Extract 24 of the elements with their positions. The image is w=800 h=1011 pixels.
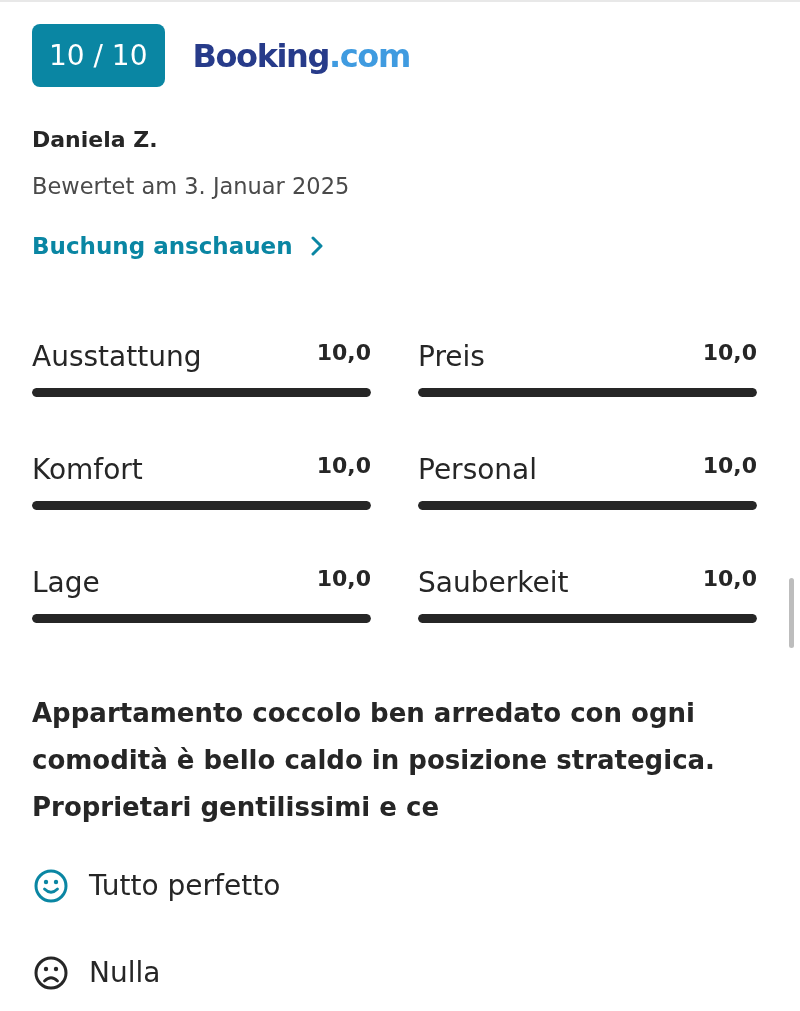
scrollbar-thumb bbox=[789, 578, 794, 648]
reviewer-name: Daniela Z. bbox=[32, 126, 158, 154]
smiley-icon bbox=[34, 869, 68, 903]
rating-label: Preis bbox=[418, 339, 485, 375]
rating-value: 10,0 bbox=[702, 339, 757, 367]
dislike-comment: Nulla bbox=[89, 955, 161, 991]
review-date: Bewertet am 3. Januar 2025 bbox=[32, 172, 350, 201]
site-logo: Booking.com bbox=[192, 35, 410, 76]
score-badge: 10 / 10 bbox=[32, 24, 165, 87]
rating-value: 10,0 bbox=[702, 565, 757, 593]
rating-label: Personal bbox=[418, 452, 538, 488]
frown-icon bbox=[34, 956, 68, 990]
rating-label: Ausstattung bbox=[32, 339, 202, 375]
rating-value: 10,0 bbox=[316, 565, 371, 593]
rating-value: 10,0 bbox=[316, 452, 371, 480]
rating-label: Komfort bbox=[32, 452, 143, 488]
booking-link[interactable]: Buchung anschauen bbox=[32, 231, 323, 261]
rating-value: 10,0 bbox=[316, 339, 371, 367]
rating-label: Sauberkeit bbox=[418, 565, 569, 601]
chevron-right-icon bbox=[310, 236, 323, 256]
like-comment: Tutto perfetto bbox=[89, 868, 281, 904]
rating-label: Lage bbox=[32, 565, 100, 601]
rating-value: 10,0 bbox=[702, 452, 757, 480]
review-title: Appartamento coccolo ben arredato con ogni comodità è bello caldo in posizione strategica. Proprietari gentilissimi e ce bbox=[32, 697, 716, 824]
